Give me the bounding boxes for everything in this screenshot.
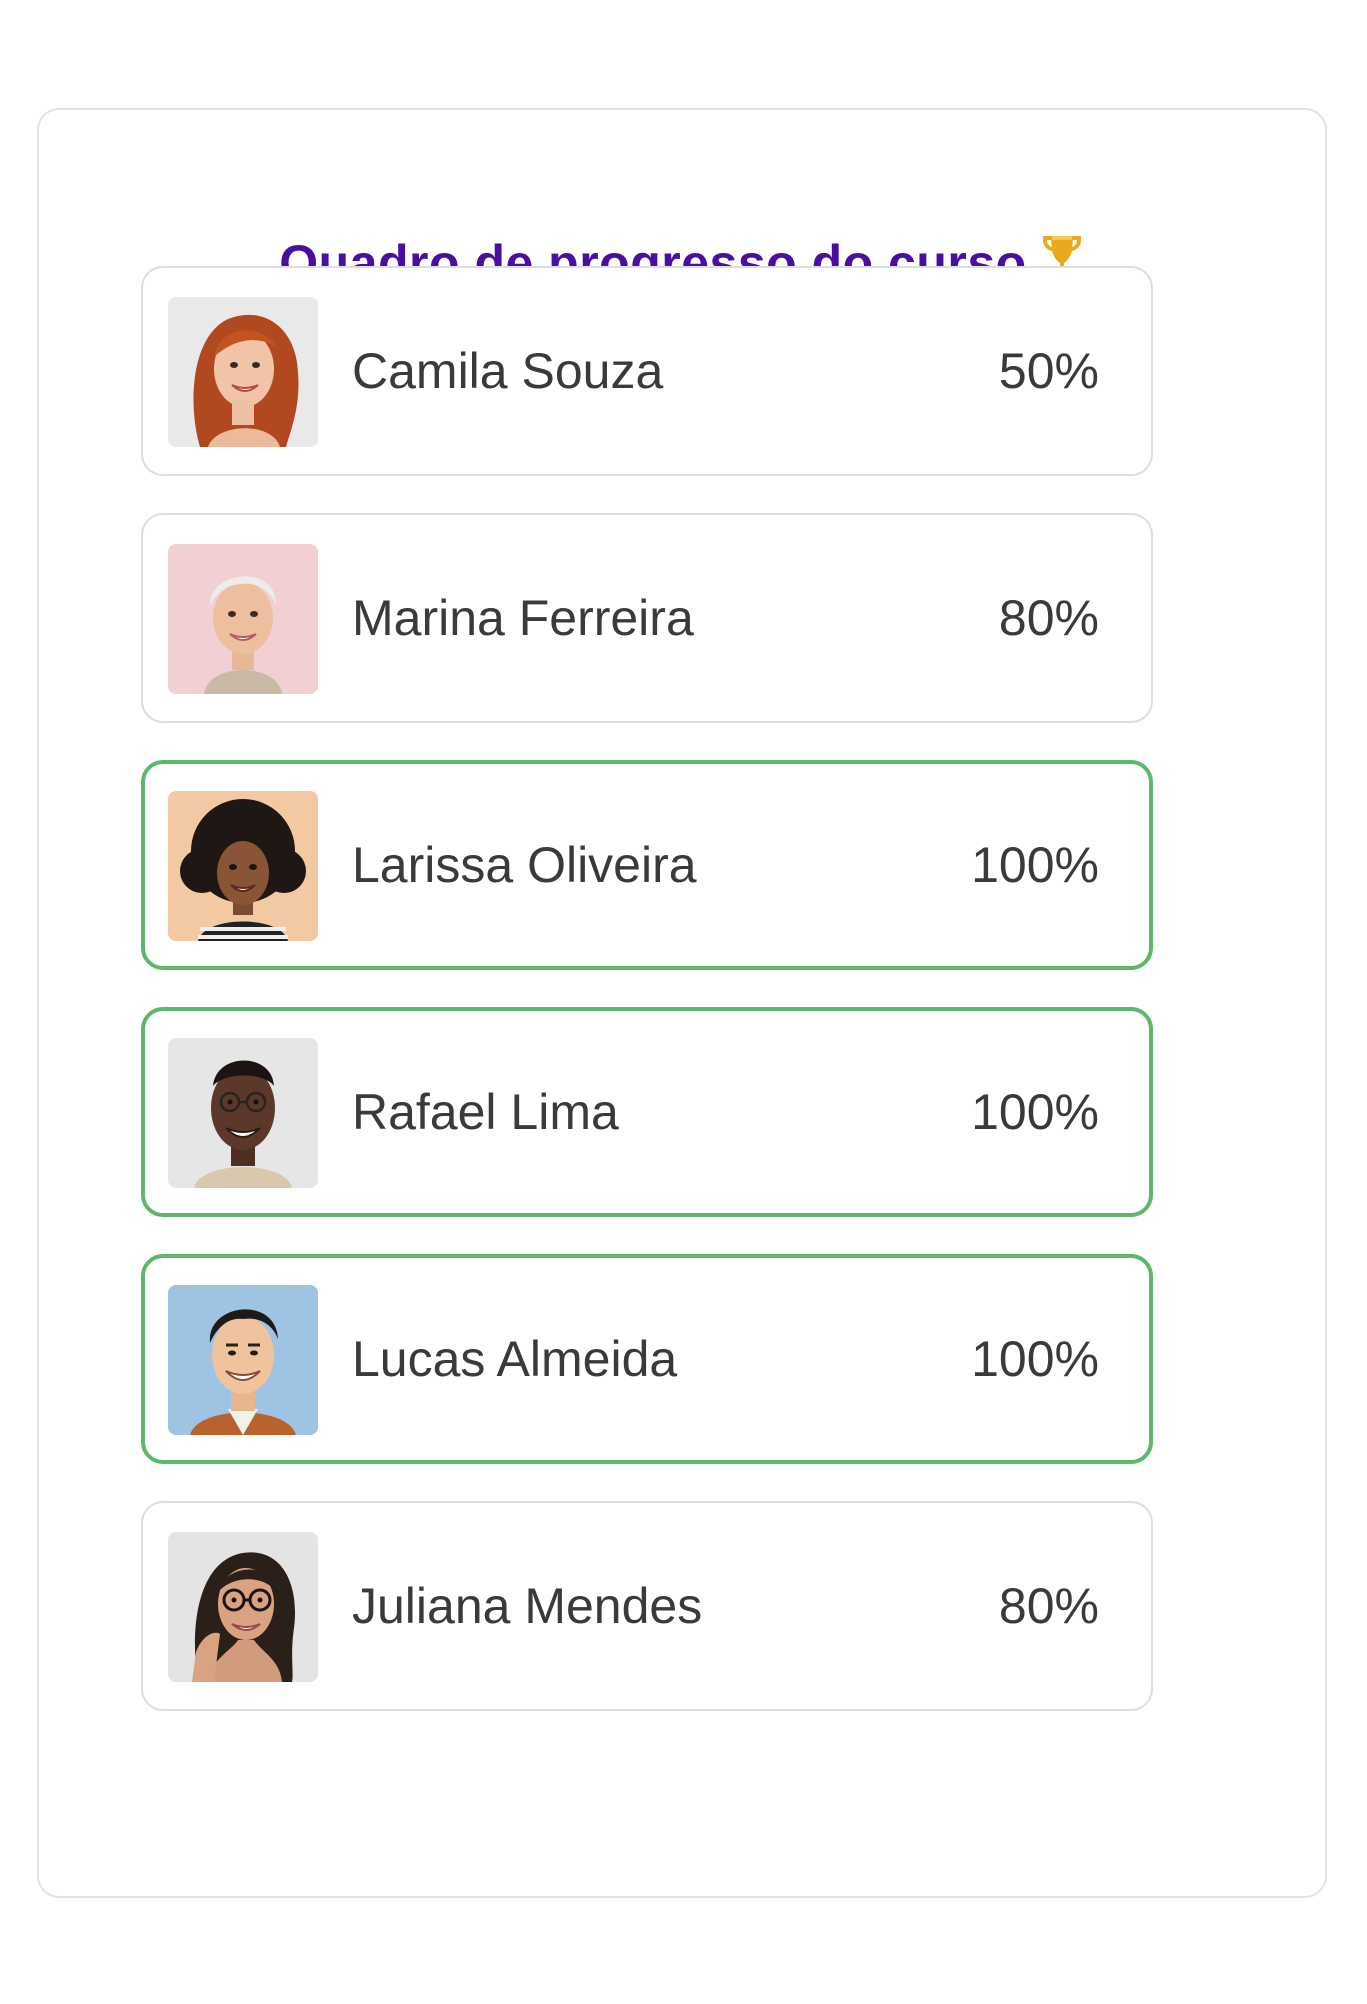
student-name: Rafael Lima — [352, 1084, 619, 1140]
student-name: Larissa Oliveira — [352, 837, 697, 893]
student-name: Lucas Almeida — [352, 1331, 678, 1387]
student-row: Juliana Mendes 80% — [141, 1501, 1153, 1711]
avatar — [168, 1532, 318, 1682]
student-row: Camila Souza 50% — [141, 266, 1153, 476]
student-progress: 50% — [998, 343, 1099, 399]
student-row: Rafael Lima 100% — [141, 1007, 1153, 1217]
student-progress: 100% — [971, 1084, 1099, 1140]
student-name: Camila Souza — [352, 343, 664, 399]
avatar — [168, 297, 318, 447]
student-progress: 80% — [998, 590, 1099, 646]
student-progress: 100% — [971, 1331, 1099, 1387]
student-progress-list: Camila Souza 50% Marina Ferreira 80% Lar… — [141, 266, 1153, 1748]
student-name: Marina Ferreira — [352, 590, 694, 646]
avatar — [168, 544, 318, 694]
avatar — [168, 1285, 318, 1435]
student-name: Juliana Mendes — [352, 1578, 703, 1634]
student-row: Marina Ferreira 80% — [141, 513, 1153, 723]
student-progress: 100% — [971, 837, 1099, 893]
student-progress: 80% — [998, 1578, 1099, 1634]
student-row: Lucas Almeida 100% — [141, 1254, 1153, 1464]
avatar — [168, 1038, 318, 1188]
student-row: Larissa Oliveira 100% — [141, 760, 1153, 970]
avatar — [168, 791, 318, 941]
